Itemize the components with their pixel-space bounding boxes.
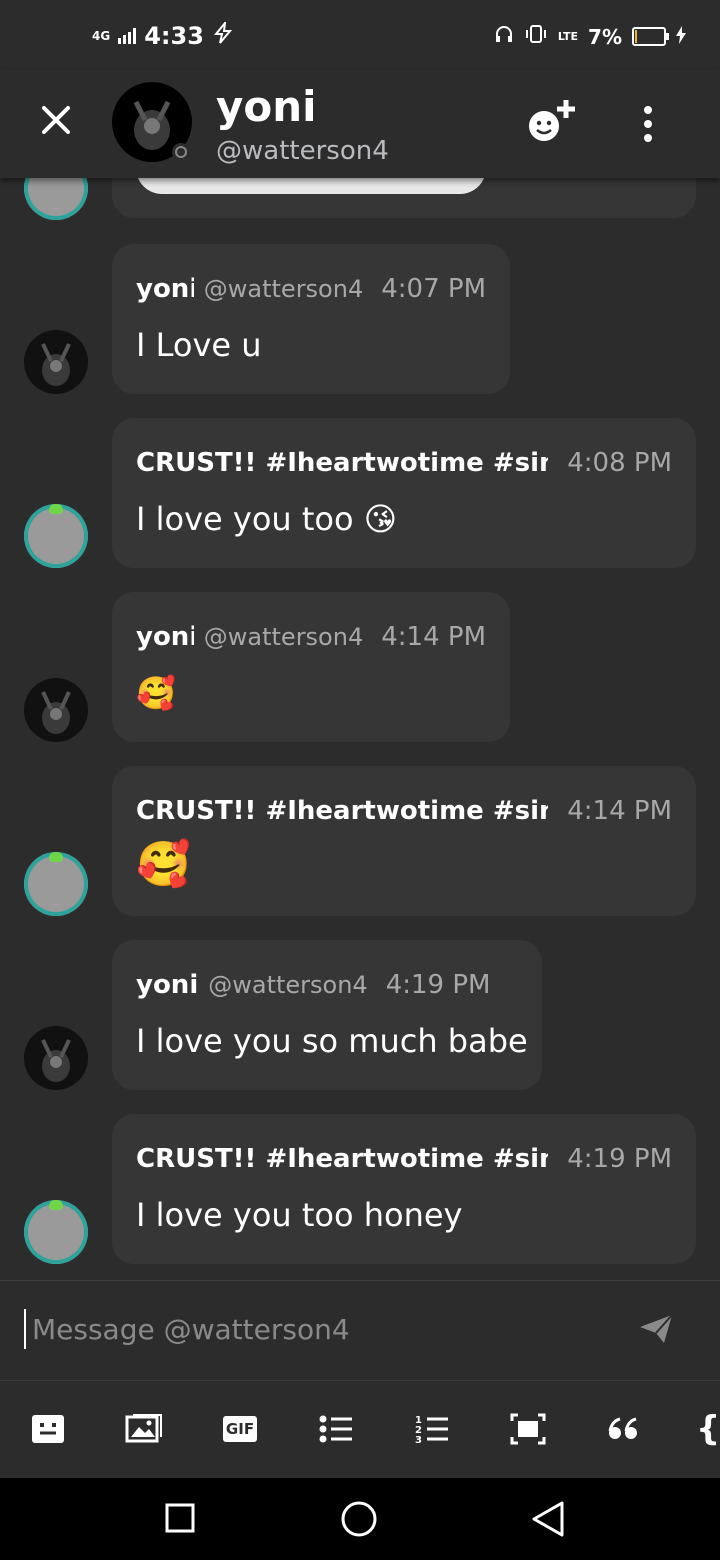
system-navigation-bar xyxy=(0,1478,720,1560)
previous-message-bubble xyxy=(112,178,696,218)
recents-button[interactable] xyxy=(164,1502,196,1538)
send-icon xyxy=(640,1314,673,1343)
emoji-button[interactable] xyxy=(28,1411,68,1447)
message-text: I love you too honey xyxy=(136,1196,463,1234)
numbered-list-button[interactable]: 123 xyxy=(412,1411,452,1447)
frog-badge-icon xyxy=(49,852,63,862)
header-handle: @watterson4 xyxy=(216,136,389,166)
avatar[interactable] xyxy=(24,852,88,916)
close-button[interactable] xyxy=(36,100,76,140)
svg-text:3: 3 xyxy=(415,1435,422,1445)
code-icon: { xyxy=(696,1409,720,1449)
message-text: I love you too 😘 xyxy=(136,500,398,538)
message-text: 🥰 xyxy=(136,839,191,890)
bolt-icon xyxy=(212,19,234,50)
message-author[interactable]: yoni xyxy=(136,622,194,652)
message-input[interactable] xyxy=(24,1309,612,1349)
gif-button[interactable]: GIF xyxy=(220,1411,260,1447)
message-time: 4:19 PM xyxy=(385,970,491,1000)
avatar[interactable] xyxy=(24,178,88,220)
avatar[interactable] xyxy=(24,1026,88,1090)
network-indicator: 4G xyxy=(92,28,111,43)
message-composer xyxy=(0,1280,720,1381)
circle-icon xyxy=(341,1501,377,1537)
frog-badge-icon xyxy=(49,1200,63,1210)
message-bubble[interactable]: CRUST!! #Iheartwotime #sin 4:19 PM I lov… xyxy=(112,1114,696,1264)
volte-icon: LTE xyxy=(557,30,579,43)
message-bubble[interactable]: yoni @watterson4 4:14 PM 🥰 xyxy=(112,592,510,742)
message-time: 4:19 PM xyxy=(567,1144,672,1174)
spoiler-button[interactable] xyxy=(508,1411,548,1447)
quote-button[interactable] xyxy=(604,1411,644,1447)
dm-header: yoni @watterson4 xyxy=(0,70,720,178)
message-time: 4:08 PM xyxy=(567,448,672,478)
avatar[interactable] xyxy=(24,1200,88,1264)
message-text: 🥰 xyxy=(136,674,176,712)
numbered-list-icon: 123 xyxy=(415,1415,448,1445)
headphones-icon xyxy=(494,24,514,49)
message-handle: @watterson4 xyxy=(203,275,364,303)
avatar[interactable] xyxy=(24,330,88,394)
message-bubble[interactable]: yoni @watterson4 4:19 PM I love you so m… xyxy=(112,940,542,1090)
message-text: I Love u xyxy=(136,326,262,364)
add-friend-icon xyxy=(529,100,575,141)
send-button[interactable] xyxy=(638,1313,674,1345)
offline-status-icon xyxy=(172,143,190,161)
add-friend-button[interactable] xyxy=(526,98,578,144)
quote-icon xyxy=(608,1417,637,1439)
message-author[interactable]: CRUST!! #Iheartwotime #sin xyxy=(136,796,548,826)
message-author[interactable]: CRUST!! #Iheartwotime #sin xyxy=(136,1144,548,1174)
back-triangle-icon xyxy=(532,1501,564,1537)
message-handle: @watterson4 xyxy=(203,623,364,651)
image-button[interactable] xyxy=(124,1411,164,1447)
message-bubble[interactable]: yoni @watterson4 4:07 PM I Love u xyxy=(112,244,510,394)
message-bubble[interactable]: CRUST!! #Iheartwotime #sin 4:08 PM I lov… xyxy=(112,418,696,568)
battery-percent: 7% xyxy=(588,24,622,49)
formatting-toolbar: GIF 123 { xyxy=(0,1380,720,1479)
message-author[interactable]: CRUST!! #Iheartwotime #sin xyxy=(136,448,548,478)
message-handle: @watterson4 xyxy=(208,971,368,999)
clock: 4:33 xyxy=(144,22,204,50)
avatar[interactable] xyxy=(24,678,88,742)
embed-card[interactable] xyxy=(136,178,486,194)
home-button[interactable] xyxy=(340,1500,378,1542)
message-list[interactable]: yoni @watterson4 4:07 PM I Love u CRUST!… xyxy=(0,178,720,1278)
image-icon xyxy=(125,1414,162,1443)
code-button[interactable]: { xyxy=(696,1409,720,1449)
message-bubble[interactable]: CRUST!! #Iheartwotime #sin 4:14 PM 🥰 xyxy=(112,766,696,916)
message-author[interactable]: yoni xyxy=(136,970,198,1000)
page-title: yoni xyxy=(216,82,317,131)
battery-icon xyxy=(632,27,669,46)
signal-icon xyxy=(118,22,137,50)
spoiler-icon xyxy=(510,1413,546,1445)
more-options-button[interactable] xyxy=(636,104,660,144)
frog-badge-icon xyxy=(49,504,63,514)
status-bar: 4G 4:33 LTE 7% xyxy=(0,0,720,70)
bullet-list-button[interactable] xyxy=(316,1411,356,1447)
charging-icon xyxy=(676,25,686,49)
bullet-list-icon xyxy=(319,1415,352,1443)
back-button[interactable] xyxy=(530,1500,566,1542)
message-time: 4:14 PM xyxy=(381,622,486,652)
close-icon xyxy=(42,106,70,134)
message-text: I love you so much babe xyxy=(136,1022,528,1060)
message-time: 4:14 PM xyxy=(567,796,672,826)
gif-icon: GIF xyxy=(222,1416,258,1442)
message-author[interactable]: yoni xyxy=(136,274,194,304)
vibrate-icon xyxy=(524,24,548,49)
avatar[interactable] xyxy=(24,504,88,568)
square-icon xyxy=(165,1503,195,1533)
more-vertical-icon xyxy=(644,106,652,142)
message-time: 4:07 PM xyxy=(381,274,486,304)
emoji-icon xyxy=(32,1415,64,1443)
